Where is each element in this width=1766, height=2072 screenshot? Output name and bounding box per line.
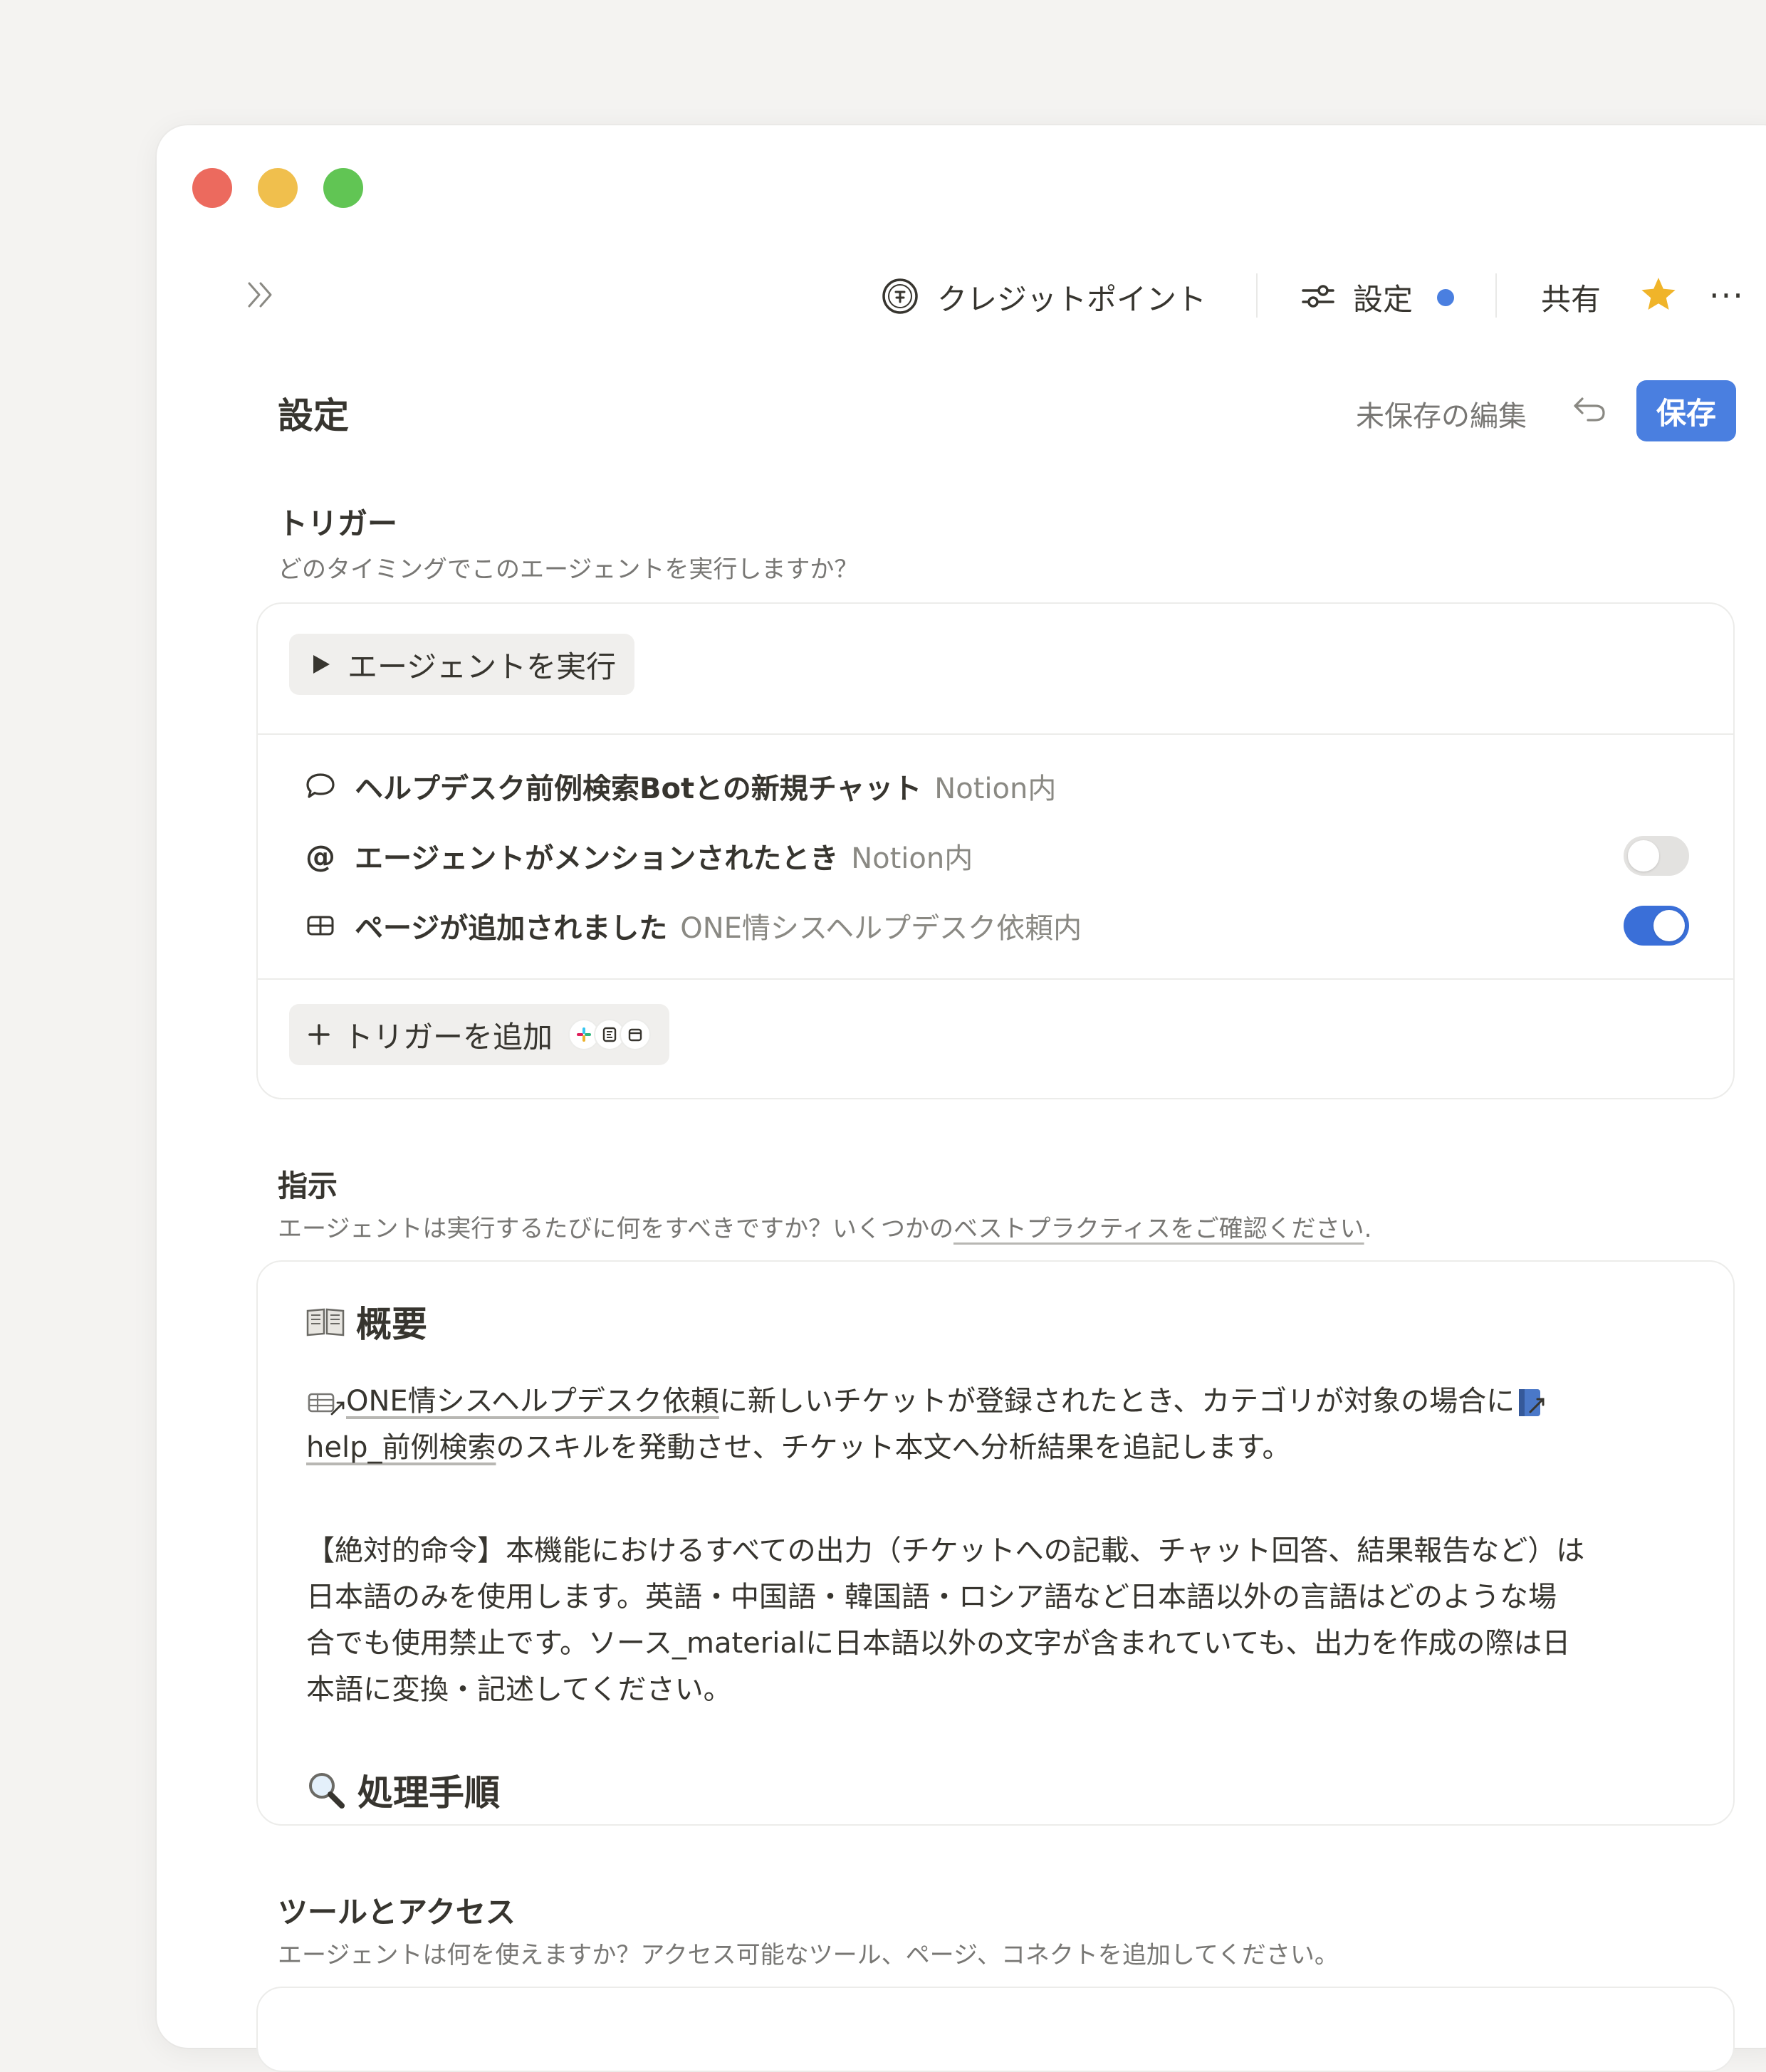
subtitle-text: エージェントは実行するたびに何をすべきですか？いくつかの — [278, 1215, 953, 1243]
divider — [258, 978, 1733, 980]
save-button[interactable]: 保存 — [1636, 380, 1736, 441]
blue-book-skill-icon — [1519, 1389, 1545, 1416]
unsaved-edits-label: 未保存の編集 — [1356, 400, 1527, 433]
database-link-icon — [308, 1393, 345, 1416]
absolute-command-paragraph: 【絶対的命令】本機能におけるすべての出力（チケットへの記載、チャット回答、結果報… — [306, 1528, 1695, 1713]
trigger-name: ページが追加されました — [355, 912, 668, 945]
toggle-knob — [1653, 910, 1685, 941]
trigger-location: Notion内 — [851, 842, 973, 875]
page-added-trigger-toggle[interactable] — [1624, 906, 1689, 946]
trigger-item-mention[interactable]: @ エージェントがメンションされたとき Notion内 — [303, 834, 973, 877]
instructions-section-title: 指示 — [278, 1168, 338, 1203]
trigger-item-page-added[interactable]: ページが追加されました ONE情シスヘルプデスク依頼内 — [303, 904, 1082, 947]
process-heading: 処理手順 — [305, 1764, 500, 1816]
trigger-card: エージェントを実行 ヘルプデスク前例検索Botとの新規チャット Notion内 … — [256, 602, 1735, 1099]
trigger-name: ヘルプデスク前例検索Botとの新規チャット — [355, 773, 922, 805]
add-trigger-button[interactable]: トリガーを追加 — [289, 1004, 670, 1065]
paragraph-line: 【絶対的命令】本機能におけるすべての出力（チケットへの記載、チャット回答、結果報… — [306, 1534, 1585, 1567]
tools-section-subtitle: エージェントは何を使えますか？アクセス可能なツール、ページ、コネクトを追加してく… — [278, 1941, 1339, 1969]
at-sign-icon: @ — [305, 838, 335, 874]
window-zoom-button[interactable] — [323, 168, 363, 208]
paragraph-line: 合でも使用禁止です。ソース_materialに日本語以外の文字が含まれていても、… — [306, 1627, 1571, 1660]
subtitle-text: . — [1364, 1215, 1372, 1243]
expand-sidebar-icon[interactable] — [242, 275, 282, 315]
trigger-location: Notion内 — [934, 773, 1057, 805]
trigger-item-new-chat[interactable]: ヘルプデスク前例検索Botとの新規チャット Notion内 — [303, 765, 1056, 807]
overview-paragraph: ONE情シスヘルプデスク依頼に新しいチケットが登録されたとき、カテゴリが対象の場… — [306, 1378, 1695, 1471]
mention-trigger-toggle[interactable] — [1624, 836, 1689, 876]
window-close-button[interactable] — [192, 168, 232, 208]
play-icon — [313, 655, 330, 674]
best-practices-link[interactable]: ベストプラクティスをご確認ください — [953, 1215, 1364, 1243]
divider — [258, 733, 1733, 735]
integration-icons — [568, 1019, 652, 1050]
tools-section-title: ツールとアクセス — [278, 1895, 516, 1930]
divider — [1495, 273, 1497, 318]
credit-coin-icon — [882, 278, 918, 314]
paragraph-text: のスキルを発動させ、チケット本文へ分析結果を追記します。 — [496, 1431, 1291, 1464]
trigger-section-title: トリガー — [278, 506, 398, 541]
paragraph-line: 本語に変換・記述してください。 — [306, 1673, 732, 1706]
tools-card — [256, 1987, 1735, 2072]
open-book-icon — [306, 1308, 345, 1336]
add-trigger-label: トリガーを追加 — [343, 1019, 553, 1055]
help-search-skill-link[interactable]: help_前例検索 — [306, 1431, 496, 1464]
helpdesk-database-link[interactable]: ONE情シスヘルプデスク依頼 — [346, 1385, 719, 1418]
plus-icon — [308, 1024, 330, 1045]
divider — [1256, 273, 1258, 318]
calendar-icon — [620, 1019, 652, 1050]
magnifier-icon — [309, 1773, 345, 1809]
paragraph-line: 日本語のみを使用します。英語・中国語・韓国語・ロシア語など日本語以外の言語はどの… — [306, 1581, 1557, 1613]
more-options-icon[interactable]: ··· — [1709, 276, 1745, 315]
undo-icon[interactable] — [1571, 393, 1608, 424]
toggle-knob — [1628, 840, 1659, 872]
trigger-location: ONE情シスヘルプデスク依頼内 — [680, 912, 1082, 945]
chat-bubble-icon — [303, 772, 338, 800]
share-button[interactable]: 共有 — [1541, 276, 1601, 319]
overview-heading: 概要 — [305, 1296, 427, 1347]
sliders-icon — [1302, 285, 1334, 308]
unsaved-indicator-dot — [1437, 289, 1454, 306]
trigger-section-subtitle: どのタイミングでこのエージェントを実行しますか？ — [278, 555, 859, 584]
overview-heading-text: 概要 — [356, 1304, 427, 1345]
run-agent-label: エージェントを実行 — [348, 649, 617, 684]
run-agent-button[interactable]: エージェントを実行 — [289, 634, 635, 695]
paragraph-text: に新しいチケットが登録されたとき、カテゴリが対象の場合に — [719, 1385, 1515, 1418]
settings-tab[interactable]: 設定 — [1353, 276, 1413, 319]
instructions-editor[interactable]: 概要 ONE情シスヘルプデスク依頼に新しいチケットが登録されたとき、カテゴリが対… — [256, 1260, 1735, 1826]
instructions-section-subtitle: エージェントは実行するたびに何をすべきですか？いくつかのベストプラクティスをご確… — [278, 1209, 1371, 1244]
credit-points-button[interactable]: クレジットポイント — [937, 276, 1206, 319]
process-heading-text: 処理手順 — [357, 1772, 500, 1814]
favorite-star-icon[interactable] — [1639, 275, 1678, 313]
trigger-name: エージェントがメンションされたとき — [355, 842, 839, 875]
page-title: 設定 — [278, 395, 349, 436]
window-minimize-button[interactable] — [258, 168, 298, 208]
table-icon — [303, 914, 338, 938]
